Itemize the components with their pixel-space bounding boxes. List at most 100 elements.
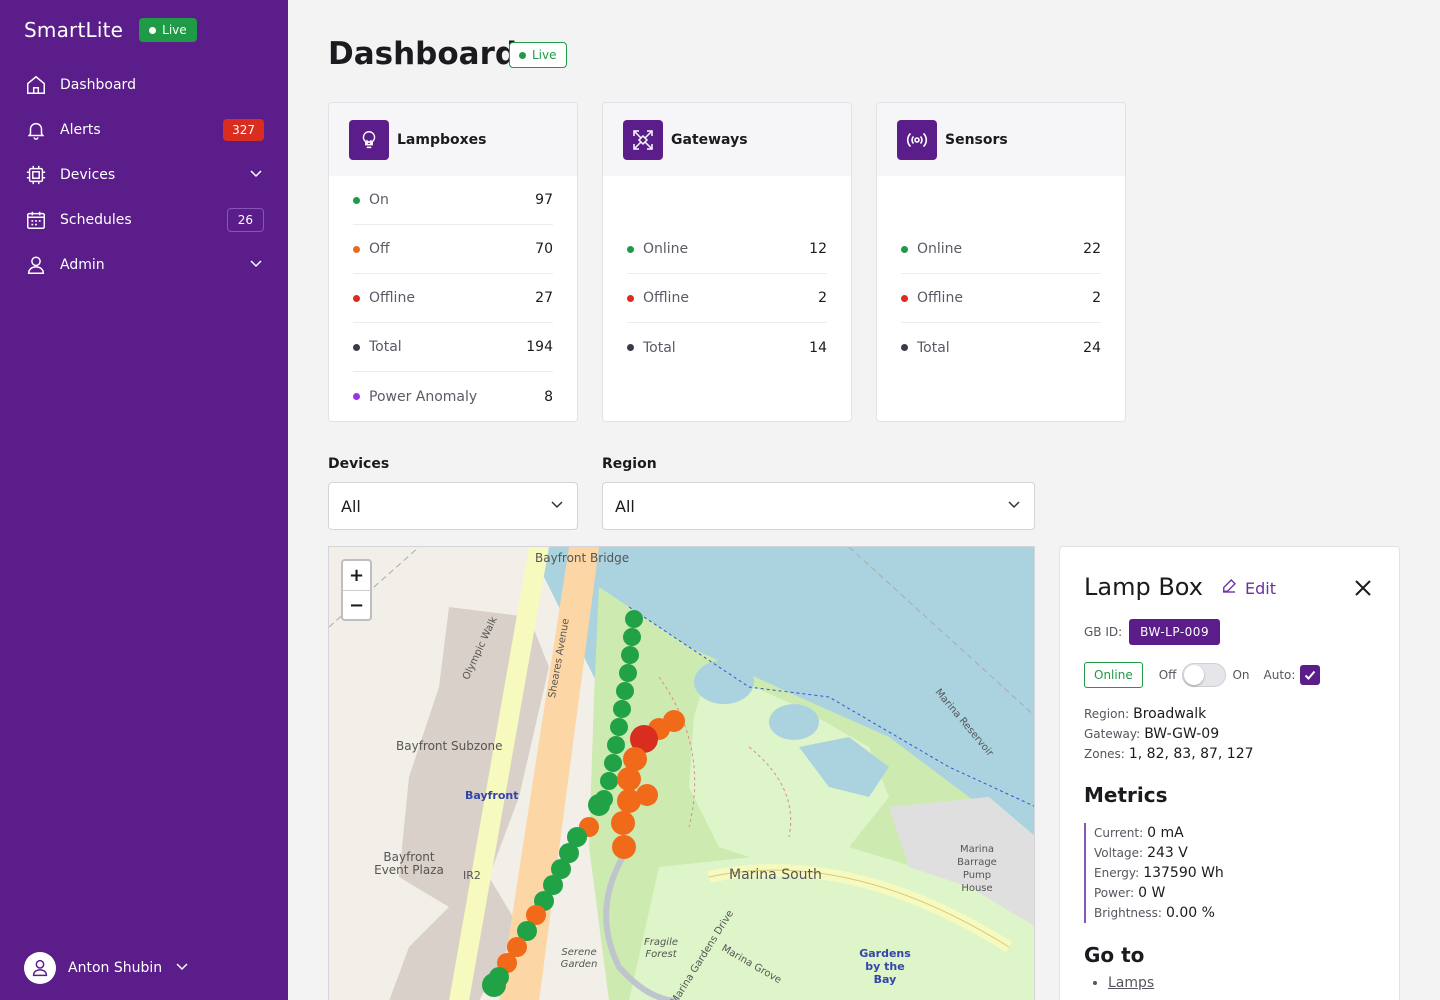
- app-name: SmartLite: [24, 18, 124, 42]
- stat-value: 194: [526, 339, 553, 355]
- sidebar-item-schedules[interactable]: Schedules 26: [0, 197, 288, 242]
- stat-label: Offline: [369, 290, 415, 306]
- sidebar-item-admin[interactable]: Admin: [0, 242, 288, 287]
- goto-item: Lamps: [1108, 975, 1154, 991]
- map-label: IR2: [463, 869, 481, 882]
- map-label: Fragile Forest: [643, 937, 679, 960]
- card-title: Gateways: [671, 131, 748, 148]
- stat-label: Online: [643, 241, 689, 257]
- info-key: Region:: [1084, 707, 1130, 721]
- lamp-box-detail-panel: Lamp Box Edit GB ID: BW-LP-009 Online Of…: [1059, 546, 1400, 1000]
- status-controls: Online Off On Auto:: [1084, 662, 1321, 688]
- sidebar-item-label: Devices: [60, 166, 116, 183]
- metric-value: 0 W: [1138, 885, 1166, 901]
- status-dot-icon: [627, 344, 634, 351]
- metrics-heading: Metrics: [1084, 783, 1168, 807]
- stat-value: 27: [535, 290, 553, 306]
- stat-label: Total: [369, 339, 402, 355]
- zoom-out-button[interactable]: −: [343, 590, 370, 619]
- off-label: Off: [1158, 668, 1177, 682]
- toggle-knob: [1184, 665, 1205, 685]
- devices-select[interactable]: All: [328, 482, 578, 530]
- live-label: Live: [532, 48, 557, 62]
- stat-value: 2: [818, 290, 827, 306]
- stat-value: 2: [1092, 290, 1101, 306]
- status-dot-icon: [353, 294, 360, 302]
- chevron-down-icon: [549, 496, 565, 516]
- home-icon: [24, 73, 48, 97]
- stat-value: 12: [809, 241, 827, 257]
- metric-voltage: Voltage: 243 V: [1094, 843, 1224, 863]
- stat-label: Offline: [917, 290, 963, 306]
- metric-brightness: Brightness: 0.00 %: [1094, 903, 1224, 923]
- live-label: Live: [162, 23, 187, 37]
- stat-row-off: Off 70: [353, 225, 553, 274]
- network-icon: [623, 119, 663, 160]
- stat-row-total: Total 14: [627, 323, 827, 372]
- power-toggle[interactable]: [1182, 663, 1227, 687]
- metric-value: 0 mA: [1147, 825, 1184, 841]
- edit-icon: [1220, 577, 1238, 599]
- metric-power: Power: 0 W: [1094, 883, 1224, 903]
- region-select[interactable]: All: [602, 482, 1035, 530]
- metric-value: 137590 Wh: [1143, 865, 1224, 881]
- chevron-down-icon: [248, 165, 264, 185]
- stat-list: On 97 Off 70 Offline 27 Total 194 Power Anom…: [329, 176, 577, 421]
- gb-id-row: GB ID: BW-LP-009: [1084, 619, 1221, 645]
- auto-checkbox[interactable]: [1300, 665, 1321, 685]
- metric-label: Power:: [1094, 886, 1135, 900]
- info-key: Zones:: [1084, 747, 1125, 761]
- live-status-badge: Live: [509, 42, 567, 68]
- page-title: Dashboard: [328, 36, 518, 72]
- avatar: [24, 952, 56, 984]
- stat-label: Total: [643, 339, 676, 356]
- card-header: Gateways: [603, 103, 851, 176]
- stat-row-online: Online 22: [901, 225, 1101, 274]
- sidebar-item-devices[interactable]: Devices: [0, 152, 288, 197]
- map-label: Bayfront: [465, 789, 519, 802]
- status-dot-icon: [627, 245, 634, 253]
- card-title: Sensors: [945, 131, 1008, 148]
- metric-current: Current: 0 mA: [1094, 823, 1224, 843]
- sidebar-nav: Dashboard Alerts 327 Devices Schedules 2…: [0, 62, 288, 287]
- chip-icon: [24, 163, 48, 187]
- user-menu[interactable]: Anton Shubin: [24, 952, 190, 984]
- close-button[interactable]: [1352, 577, 1374, 599]
- map-label: Marina South: [729, 867, 822, 883]
- stat-list: Online 22 Offline 2 Total 24: [877, 176, 1125, 372]
- stat-list: Online 12 Offline 2 Total 14: [603, 176, 851, 372]
- status-dot-icon: [627, 294, 634, 302]
- zoom-in-button[interactable]: +: [343, 561, 370, 590]
- status-dot-icon: [353, 196, 360, 204]
- sidebar-item-alerts[interactable]: Alerts 327: [0, 107, 288, 152]
- stat-row-offline: Offline 27: [353, 274, 553, 323]
- live-badge: Live: [139, 18, 197, 42]
- map-label: Bayfront Subzone: [396, 739, 503, 753]
- region-value: Broadwalk: [1133, 706, 1207, 722]
- chevron-down-icon: [1006, 496, 1022, 516]
- auto-label: Auto:: [1263, 668, 1296, 682]
- gateway-value: BW-GW-09: [1144, 726, 1220, 742]
- chevron-down-icon: [174, 958, 190, 978]
- region-select-value: All: [615, 496, 635, 516]
- edit-button[interactable]: Edit: [1220, 577, 1276, 599]
- stat-label: On: [369, 192, 389, 208]
- sidebar-item-dashboard[interactable]: Dashboard: [0, 62, 288, 107]
- schedules-count-badge: 26: [226, 207, 264, 232]
- lamps-link[interactable]: Lamps: [1108, 975, 1154, 991]
- status-dot-icon: [353, 343, 360, 351]
- map-label: Bayfront Event Plaza: [374, 850, 444, 877]
- check-icon: [1305, 670, 1316, 680]
- map-label: Serene Garden: [560, 947, 598, 970]
- metric-label: Energy:: [1094, 866, 1140, 880]
- on-label: On: [1232, 668, 1250, 682]
- device-map[interactable]: + − Bayfront Bridge Bayfront Subzone Bay…: [328, 546, 1035, 1000]
- metric-label: Current:: [1094, 826, 1144, 840]
- stat-value: 22: [1083, 241, 1101, 257]
- goto-heading: Go to: [1084, 943, 1145, 967]
- brand: SmartLite Live: [24, 18, 197, 42]
- gateways-card: Gateways Online 12 Offline 2 Total 14: [602, 102, 852, 422]
- status-dot-icon: [901, 245, 908, 253]
- stat-value: 97: [535, 192, 553, 208]
- stat-row-total: Total 194: [353, 323, 553, 372]
